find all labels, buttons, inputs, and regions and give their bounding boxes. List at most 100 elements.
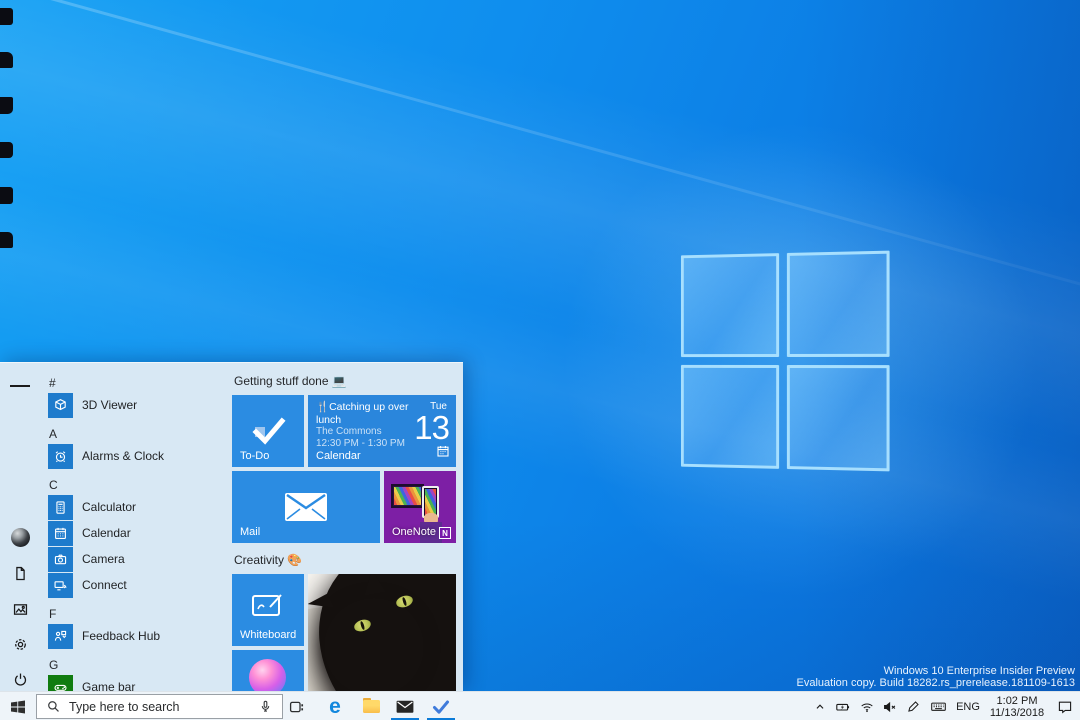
clock-time: 1:02 PM <box>996 694 1038 707</box>
desktop: Windows 10 Enterprise Insider Preview Ev… <box>0 0 1080 720</box>
hamburger-menu-icon[interactable] <box>10 376 31 396</box>
windows-flag-logo <box>680 250 890 472</box>
app-label: Connect <box>82 578 127 592</box>
taskbar: Type here to search e ENG 1:02 PM 11/13/… <box>0 691 1080 720</box>
connect-icon <box>48 572 73 598</box>
power-icon[interactable] <box>10 669 30 689</box>
app-list-header-#[interactable]: # <box>44 373 230 392</box>
cortana-mic-icon[interactable] <box>258 699 273 714</box>
tile-group-title[interactable]: Creativity 🎨 <box>234 553 302 567</box>
windows-flag-pane <box>680 364 780 469</box>
tile-calendar[interactable]: 🍴Catching up over lunch The Commons 12:3… <box>308 395 456 467</box>
tray-chevron-up-icon[interactable] <box>809 692 831 720</box>
app-list-item-feedback-hub[interactable]: Feedback Hub <box>44 623 230 649</box>
task-view-button[interactable] <box>283 692 309 720</box>
app-list-item-calendar[interactable]: Calendar <box>44 520 230 546</box>
tile-whiteboard[interactable]: Whiteboard <box>232 574 304 646</box>
insider-watermark: Windows 10 Enterprise Insider Preview Ev… <box>796 665 1075 689</box>
app-list-item-3d-viewer[interactable]: 3D Viewer <box>44 392 230 418</box>
language-indicator[interactable]: ENG <box>952 692 984 720</box>
start-menu: #3D Viewer A Alarms & Clock C Calculator Cale… <box>0 362 463 691</box>
windows-flag-pane <box>680 253 780 358</box>
user-avatar[interactable] <box>10 527 30 547</box>
tile-group-title[interactable]: Getting stuff done 💻 <box>234 374 347 388</box>
calendar-icon <box>48 520 73 546</box>
app-list-item-calculator[interactable]: Calculator <box>44 494 230 520</box>
documents-icon[interactable] <box>10 563 30 583</box>
calendar-event-title: 🍴Catching up over lunch <box>316 401 409 426</box>
start-windows-icon <box>11 700 25 713</box>
taskbar-app-edge[interactable]: e <box>322 692 348 720</box>
calendar-mini-icon <box>437 444 449 462</box>
camera-icon <box>48 546 73 572</box>
tray-ink-pen-icon[interactable] <box>902 692 925 720</box>
monitor-art <box>391 484 424 508</box>
taskbar-app-todo[interactable] <box>428 692 454 720</box>
app-label: Game bar <box>82 680 136 691</box>
alarm-icon <box>48 443 73 469</box>
tray-network-icon[interactable] <box>855 692 878 720</box>
tile-label: Calendar <box>316 450 361 462</box>
watermark-line1: Windows 10 Enterprise Insider Preview <box>883 665 1075 677</box>
tile-todo[interactable]: To-Do <box>232 395 304 467</box>
file-explorer-icon <box>362 698 380 713</box>
gamepad-icon <box>48 674 73 691</box>
tile-mail[interactable]: Mail <box>232 471 380 543</box>
colorful-balloon-icon <box>249 659 286 691</box>
app-list-item-alarms-clock[interactable]: Alarms & Clock <box>44 443 230 469</box>
clipped-desktop-icon[interactable] <box>0 52 13 68</box>
app-list-header-C[interactable]: C <box>44 475 230 494</box>
clipped-desktop-icon[interactable] <box>0 187 13 204</box>
onenote-logo-icon: N <box>439 527 451 539</box>
app-list-header-F[interactable]: F <box>44 604 230 623</box>
feedback-icon <box>48 623 73 649</box>
calendar-date: 13 <box>414 409 450 446</box>
mail-icon <box>396 700 414 713</box>
search-placeholder: Type here to search <box>69 699 180 714</box>
task-view-icon <box>289 701 304 712</box>
clipped-desktop-icon[interactable] <box>0 142 13 158</box>
system-tray: ENG 1:02 PM 11/13/2018 <box>809 692 1080 720</box>
settings-gear-icon[interactable] <box>10 634 30 654</box>
pictures-icon[interactable] <box>10 599 30 619</box>
tile-label: OneNote <box>392 526 437 538</box>
clipped-desktop-icon[interactable] <box>0 232 13 248</box>
todo-icon <box>433 700 449 714</box>
tile-onenote[interactable]: OneNote N <box>384 471 456 543</box>
tile-photo-cat[interactable] <box>308 574 456 691</box>
app-list-header-A[interactable]: A <box>44 424 230 443</box>
calendar-event-time: 12:30 PM - 1:30 PM <box>316 438 405 449</box>
app-label: Feedback Hub <box>82 629 161 643</box>
action-center-icon[interactable] <box>1050 692 1080 720</box>
tray-touch-keyboard-icon[interactable] <box>925 692 952 720</box>
app-label: 3D Viewer <box>82 398 138 412</box>
search-input[interactable]: Type here to search <box>36 694 283 719</box>
tray-battery-icon[interactable] <box>831 692 855 720</box>
clipped-desktop-icon[interactable] <box>0 8 13 25</box>
tile-label: Whiteboard <box>240 629 297 641</box>
app-list-item-connect[interactable]: Connect <box>44 572 230 598</box>
watermark-line2: Evaluation copy. Build 18282.rs_prerelea… <box>796 676 1075 689</box>
taskbar-app-mail[interactable] <box>392 692 418 720</box>
app-list-header-G[interactable]: G <box>44 655 230 674</box>
windows-flag-pane <box>786 365 890 472</box>
app-label: Calculator <box>82 500 137 514</box>
search-icon <box>48 701 59 712</box>
app-label: Alarms & Clock <box>82 449 165 463</box>
clock-date: 11/13/2018 <box>989 706 1045 719</box>
taskbar-app-file-explorer[interactable] <box>358 692 384 720</box>
app-label: Calendar <box>82 526 131 540</box>
app-label: Camera <box>82 552 125 566</box>
app-list-item-game-bar[interactable]: Game bar <box>44 674 230 691</box>
clock[interactable]: 1:02 PM 11/13/2018 <box>984 692 1050 720</box>
app-list-item-camera[interactable]: Camera <box>44 546 230 572</box>
cube-icon <box>48 392 73 418</box>
clipped-desktop-icon[interactable] <box>0 97 13 114</box>
tile-label: To-Do <box>240 450 270 462</box>
tray-volume-muted-icon[interactable] <box>878 692 902 720</box>
tile-paint3d[interactable] <box>232 650 304 691</box>
app-list: #3D Viewer A Alarms & Clock C Calculator Cale… <box>44 373 230 691</box>
windows-flag-pane <box>786 250 890 357</box>
cat-photo <box>308 574 456 691</box>
start-button[interactable] <box>0 692 36 720</box>
